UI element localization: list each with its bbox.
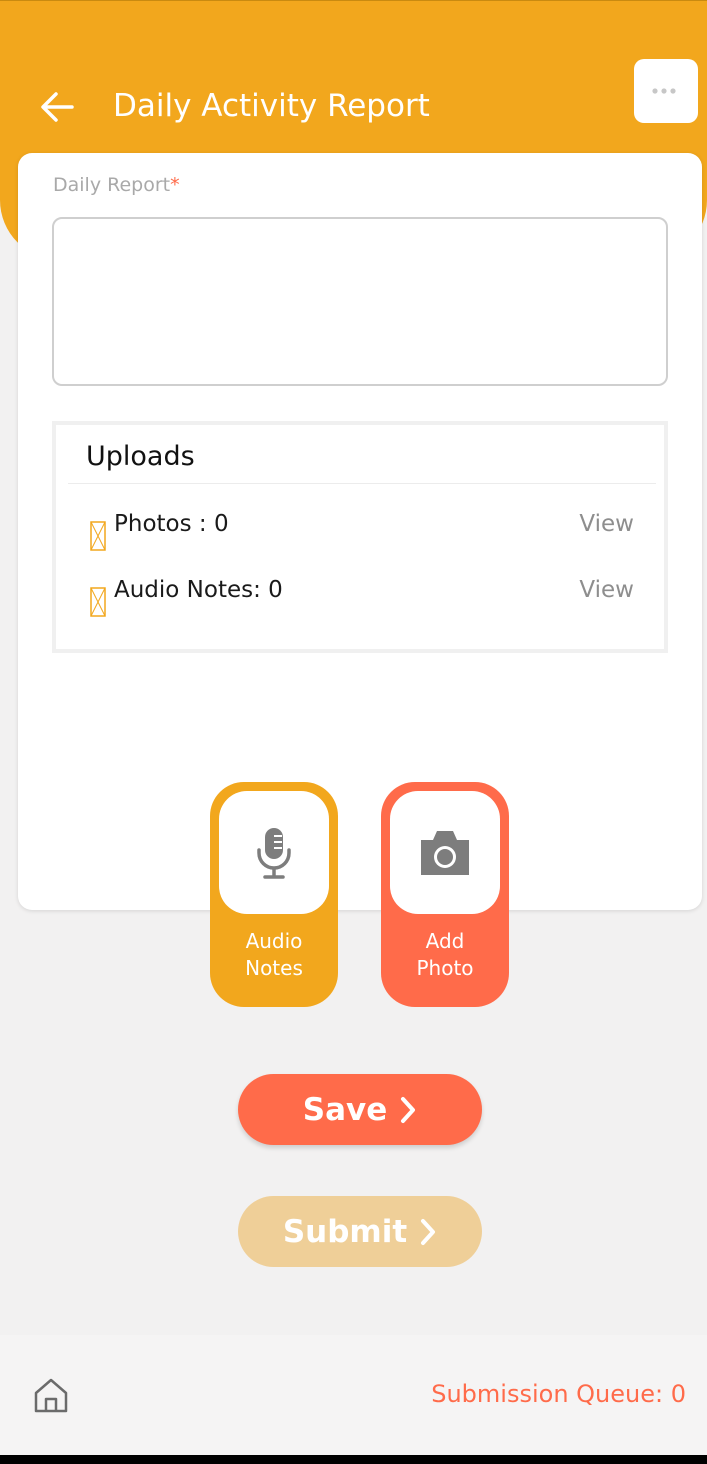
photos-count: Photos : 0 xyxy=(114,511,229,537)
view-audio-link[interactable]: View xyxy=(579,577,634,603)
audio-icon-tile xyxy=(219,791,329,914)
submit-label: Submit xyxy=(282,1213,408,1250)
submission-queue-link[interactable]: Submission Queue: 0 xyxy=(431,1380,686,1408)
page-title: Daily Activity Report xyxy=(113,88,430,124)
broken-image-icon xyxy=(90,587,106,617)
arrow-left-icon xyxy=(41,92,74,122)
audio-notes-count: Audio Notes: 0 xyxy=(114,577,283,603)
more-horizontal-icon xyxy=(652,88,676,94)
photo-icon-tile xyxy=(390,791,500,914)
add-photo-label: Add Photo xyxy=(416,929,474,980)
system-nav-bar xyxy=(0,1455,707,1464)
daily-report-label: Daily Report* xyxy=(53,174,180,196)
save-button[interactable]: Save xyxy=(238,1074,482,1145)
upload-row-photos: Photos : 0 View xyxy=(56,511,664,551)
audio-notes-label: Audio Notes xyxy=(245,929,303,980)
add-photo-button[interactable]: Add Photo xyxy=(381,782,509,1007)
uploads-panel: Uploads Photos : 0 View Audio Notes: 0 V… xyxy=(52,421,668,653)
submit-button[interactable]: Submit xyxy=(238,1196,482,1267)
save-label: Save xyxy=(302,1091,388,1128)
chevron-right-icon xyxy=(401,1096,416,1123)
more-menu-button[interactable] xyxy=(634,59,698,123)
upload-row-audio: Audio Notes: 0 View xyxy=(56,577,664,617)
uploads-divider xyxy=(68,483,656,484)
home-button[interactable] xyxy=(33,1377,69,1413)
camera-icon xyxy=(421,830,469,875)
uploads-title: Uploads xyxy=(86,441,195,472)
daily-report-input[interactable] xyxy=(52,217,668,386)
chevron-right-icon xyxy=(421,1218,436,1245)
microphone-icon xyxy=(257,827,291,879)
back-button[interactable] xyxy=(36,86,80,130)
broken-image-icon xyxy=(90,521,106,551)
home-icon xyxy=(34,1378,68,1413)
audio-notes-button[interactable]: Audio Notes xyxy=(210,782,338,1007)
view-photos-link[interactable]: View xyxy=(579,511,634,537)
